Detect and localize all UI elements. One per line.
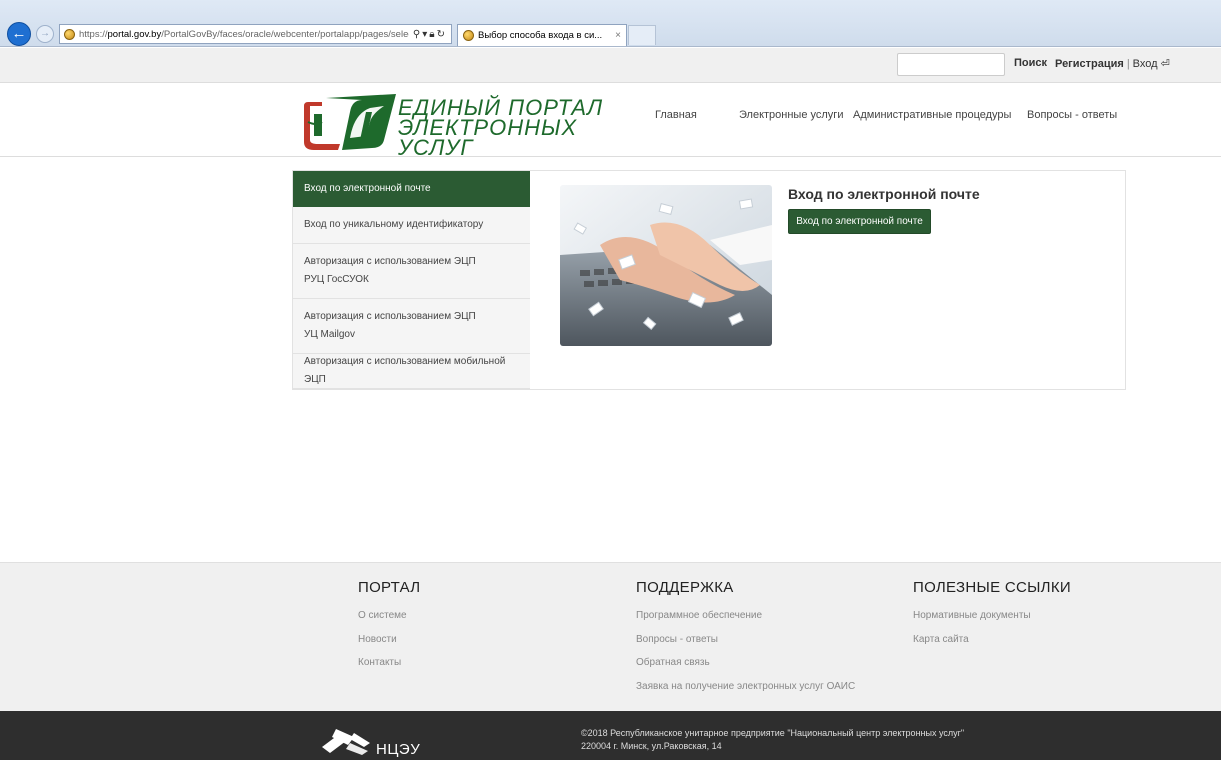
address-url: https://portal.gov.by/PortalGovBy/faces/…	[79, 28, 409, 40]
footer-link[interactable]: Заявка на получение электронных услуг ОА…	[636, 675, 855, 699]
refresh-icon[interactable]: ↻	[437, 29, 447, 40]
copyright-text: ©2018 Республиканское унитарное предприя…	[581, 728, 965, 751]
search-input[interactable]	[897, 53, 1005, 76]
new-tab-button[interactable]	[628, 25, 656, 45]
menu-item-mobile-eds[interactable]: Авторизация с использованием мобильной Э…	[293, 354, 530, 389]
nav-e-services[interactable]: Электронные услуги	[739, 109, 843, 121]
portal-emblem-icon	[304, 94, 396, 150]
address-actions[interactable]: ⚲▾🔒︎↻	[413, 29, 447, 40]
portal-logo[interactable]: ЕДИНЫЙ ПОРТАЛ ЭЛЕКТРОННЫХ УСЛУГ	[300, 92, 620, 159]
tab-favicon-icon	[463, 30, 474, 41]
footer-link[interactable]: Вопросы - ответы	[636, 628, 855, 652]
back-arrow-icon[interactable]: ←	[7, 22, 31, 46]
email-illustration	[560, 185, 772, 346]
search-icon[interactable]: ⚲	[413, 29, 422, 40]
top-bar: Поиск Регистрация | Вход ⏎	[0, 48, 1221, 83]
menu-item-unique-id[interactable]: Вход по уникальному идентификатору	[293, 207, 530, 244]
footer-link[interactable]: Новости	[358, 628, 420, 652]
browser-chrome: ← → https://portal.gov.by/PortalGovBy/fa…	[0, 0, 1221, 47]
tab-title: Выбор способа входа в си...	[478, 30, 603, 41]
footer-link[interactable]: Карта сайта	[913, 628, 1071, 652]
footer-link[interactable]: Программное обеспечение	[636, 604, 855, 628]
footer-column-useful-links: ПОЛЕЗНЫЕ ССЫЛКИ Нормативные документы Ка…	[913, 579, 1071, 651]
logo-title: ЕДИНЫЙ ПОРТАЛ ЭЛЕКТРОННЫХ УСЛУГ	[398, 95, 604, 160]
forward-arrow-icon[interactable]: →	[36, 25, 54, 43]
email-login-button[interactable]: Вход по электронной почте	[788, 209, 931, 234]
nav-faq[interactable]: Вопросы - ответы	[1027, 109, 1117, 121]
address-bar[interactable]: https://portal.gov.by/PortalGovBy/faces/…	[59, 24, 452, 44]
nav-home[interactable]: Главная	[655, 109, 697, 121]
auth-links: Регистрация | Вход ⏎	[1055, 57, 1170, 70]
footer-heading: ПОДДЕРЖКА	[636, 579, 734, 596]
footer-link[interactable]: О системе	[358, 604, 420, 628]
search-button[interactable]: Поиск	[1014, 57, 1047, 69]
footer-link[interactable]: Нормативные документы	[913, 604, 1071, 628]
bottom-bar: НЦЭУ ©2018 Республиканское унитарное пре…	[0, 711, 1221, 760]
login-method-menu: Вход по электронной почте Вход по уникал…	[292, 170, 545, 390]
panel-title: Вход по электронной почте	[788, 186, 980, 202]
footer-column-portal: ПОРТАЛ О системе Новости Контакты	[358, 579, 420, 675]
menu-item-email-login[interactable]: Вход по электронной почте	[293, 171, 545, 207]
browser-tab-active[interactable]: Выбор способа входа в си... ×	[457, 24, 627, 46]
footer-heading: ПОЛЕЗНЫЕ ССЫЛКИ	[913, 579, 1071, 596]
login-link[interactable]: Вход	[1133, 58, 1158, 70]
nav-admin-procedures[interactable]: Административные процедуры	[853, 109, 1011, 121]
footer-heading: ПОРТАЛ	[358, 579, 421, 596]
footer-column-support: ПОДДЕРЖКА Программное обеспечение Вопрос…	[636, 579, 855, 698]
org-short-name: НЦЭУ	[376, 741, 421, 758]
register-link[interactable]: Регистрация	[1055, 58, 1124, 70]
lock-icon[interactable]: 🔒︎	[429, 29, 436, 40]
site-favicon-icon	[64, 28, 75, 40]
menu-item-eds-mailgov[interactable]: Авторизация с использованием ЭЦП УЦ Mailg…	[293, 299, 530, 354]
login-icon[interactable]: ⏎	[1161, 58, 1170, 70]
menu-item-eds-gossuok[interactable]: Авторизация с использованием ЭЦП РУЦ ГосС…	[293, 244, 530, 299]
footer-link[interactable]: Контакты	[358, 651, 420, 675]
close-icon[interactable]: ×	[615, 30, 621, 41]
footer-link[interactable]: Обратная связь	[636, 651, 855, 675]
site-footer: ПОРТАЛ О системе Новости Контакты ПОДДЕР…	[0, 562, 1221, 711]
auth-separator: |	[1126, 58, 1130, 70]
login-panel: Вход по электронной почте Вход по электр…	[530, 170, 1126, 390]
site-header: ЕДИНЫЙ ПОРТАЛ ЭЛЕКТРОННЫХ УСЛУГ Главная …	[0, 84, 1221, 159]
